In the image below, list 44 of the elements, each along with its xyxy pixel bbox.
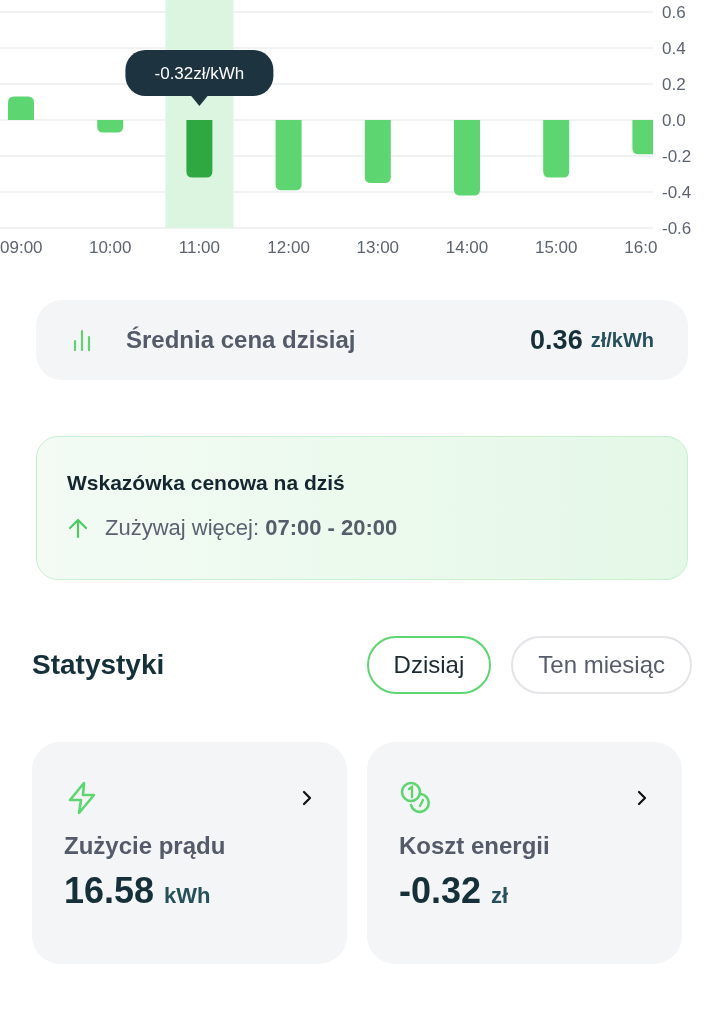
stat-value: -0.32 — [399, 870, 482, 912]
stat-card[interactable]: Zużycie prądu 16.58 kWh — [32, 742, 347, 964]
price-bar[interactable] — [364, 120, 391, 183]
axis-tick-label: 15:00 — [534, 238, 578, 257]
period-tab[interactable]: Dzisiaj — [366, 636, 492, 694]
stat-unit: zł — [491, 883, 509, 909]
axis-tick-label: -0.2 — [662, 147, 692, 166]
chevron-right-icon — [636, 789, 648, 807]
price-bar[interactable] — [632, 120, 653, 155]
tip-title: Wskazówka cenowa na dziś — [67, 471, 346, 495]
axis-tick-label: -0.6 — [662, 219, 692, 238]
price-bar[interactable] — [454, 120, 480, 196]
axis-tick-label: 11:00 — [178, 238, 221, 257]
section-title: Statystyki — [32, 649, 165, 681]
chevron-right-icon — [301, 789, 313, 807]
stat-label: Koszt energii — [399, 832, 551, 860]
price-unit: zł/kWh — [590, 328, 654, 352]
stat-value: 16.58 — [64, 870, 155, 912]
price-bar[interactable] — [8, 96, 34, 120]
arrow-up-icon — [67, 517, 89, 539]
average-price-value: 0.36 — [530, 324, 583, 356]
price-tooltip: -0.32zł/kWh — [125, 50, 274, 106]
axis-tick-label: 0.0 — [662, 111, 686, 130]
axis-tick-label: -0.4 — [662, 183, 692, 202]
axis-tick-label: 14:00 — [445, 238, 489, 257]
axis-tick-label: 09:00 — [0, 238, 43, 257]
axis-tick-label: 16:0 — [624, 238, 658, 257]
axis-tick-label: 12:00 — [267, 238, 310, 257]
axis-tick-label: 13:00 — [356, 238, 400, 257]
axis-tick-label: 0.2 — [662, 75, 686, 94]
average-price-label: Średnia cena dzisiaj — [126, 326, 357, 354]
stat-label: Zużycie prądu — [64, 832, 227, 860]
axis-tick-label: 0.4 — [662, 39, 686, 58]
stat-card[interactable]: Koszt energii -0.32 zł — [367, 742, 682, 964]
stat-unit: kWh — [164, 883, 211, 909]
axis-tick-label: 10:00 — [88, 238, 132, 257]
price-bar[interactable] — [275, 120, 302, 191]
tip-text: Zużywaj więcej: 07:00 - 20:00 — [105, 515, 398, 541]
price-bar[interactable] — [543, 120, 570, 178]
bar-chart-icon — [72, 329, 92, 351]
axis-tick-label: 0.6 — [662, 3, 686, 22]
price-bar[interactable] — [97, 120, 124, 133]
period-tab[interactable]: Ten miesiąc — [511, 636, 692, 694]
price-bar[interactable] — [186, 120, 213, 178]
